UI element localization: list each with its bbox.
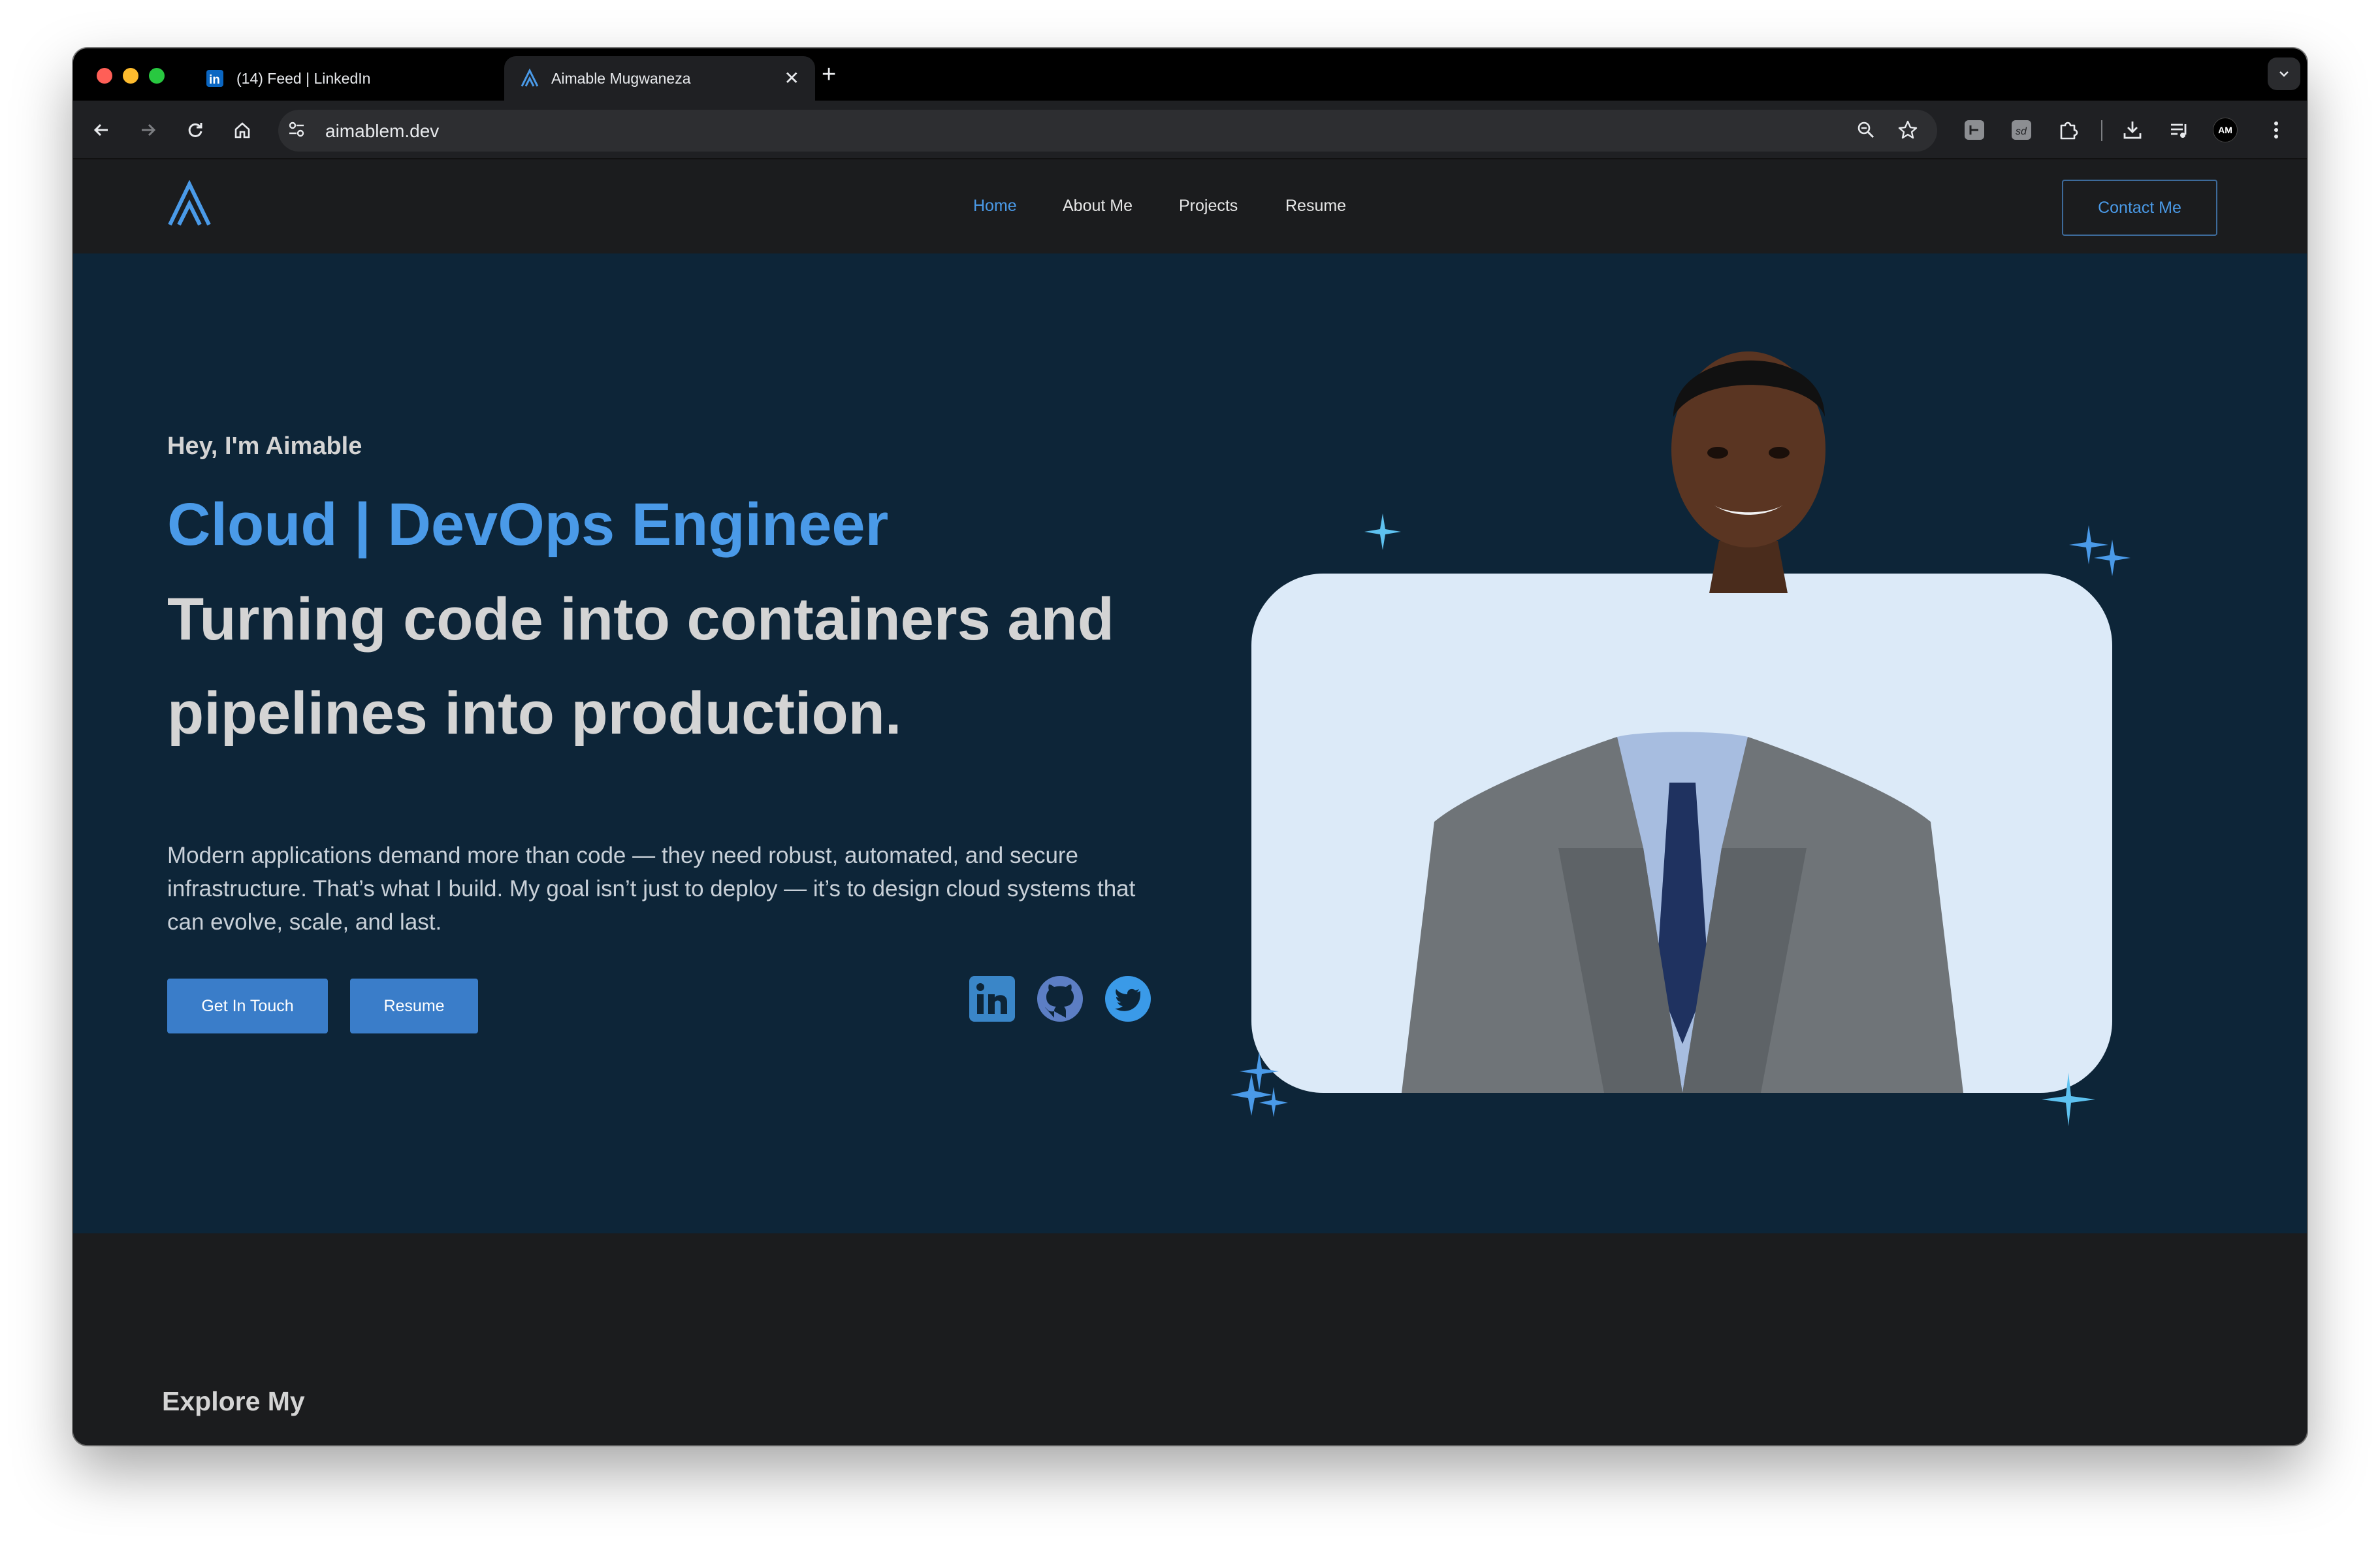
url-text: aimablem.dev (325, 121, 440, 141)
hero-greeting: Hey, I'm Aimable (167, 432, 362, 460)
portrait-head (1671, 351, 1825, 593)
puzzle-icon (2060, 122, 2078, 140)
home-button[interactable] (227, 115, 257, 145)
resume-button[interactable]: Resume (350, 979, 478, 1033)
site-logo[interactable] (166, 180, 213, 227)
tab-search-button[interactable] (2268, 57, 2300, 90)
zoom-button[interactable] (1851, 115, 1881, 145)
twitter-link[interactable] (1104, 975, 1152, 1023)
profile-head (1641, 319, 1856, 593)
site-navbar: Home About Me Projects Resume Contact Me (73, 161, 2307, 253)
linkedin-icon (969, 976, 1015, 1022)
sparkle-icon (1364, 513, 1401, 550)
section-heading: Explore My (162, 1386, 305, 1416)
github-link[interactable] (1036, 975, 1084, 1023)
more-vertical-icon (2274, 122, 2278, 138)
web-page: Home About Me Projects Resume Contact Me… (73, 161, 2307, 1445)
tab-title: (14) Feed | LinkedIn (236, 69, 371, 87)
toolbar-divider (2101, 120, 2102, 141)
site-info-button[interactable] (283, 116, 310, 142)
reload-icon (188, 123, 202, 137)
avatar: AM (2213, 118, 2238, 142)
get-in-touch-button[interactable]: Get In Touch (167, 979, 328, 1033)
extension-icon (1965, 120, 1984, 140)
reload-button[interactable] (180, 115, 210, 145)
tune-icon (289, 122, 304, 137)
nav-home[interactable]: Home (973, 197, 1017, 216)
linkedin-link[interactable] (968, 975, 1016, 1023)
sparkle-icon (2069, 525, 2131, 576)
profile-photo (1251, 574, 2112, 1093)
extension-2-button[interactable]: sd (2006, 115, 2036, 145)
queue-music-icon (2171, 123, 2187, 138)
extension-1-button[interactable] (1959, 115, 1989, 145)
nav-projects[interactable]: Projects (1179, 197, 1238, 216)
downloads-button[interactable] (2117, 115, 2147, 145)
github-icon (1037, 976, 1083, 1022)
portrait-illustration (1402, 732, 1963, 1093)
browser-menu-button[interactable] (2261, 115, 2291, 145)
forward-button[interactable] (133, 115, 163, 145)
site-logo-icon (168, 180, 211, 226)
explore-section: Explore My (73, 1233, 2307, 1445)
hero-section: Hey, I'm Aimable Cloud | DevOps Engineer… (73, 253, 2307, 1233)
sparkle-icon (1230, 1052, 1288, 1117)
hero-headline-line1: Turning code into containers and (167, 586, 1114, 653)
maximize-window-button[interactable] (149, 68, 165, 84)
hero-headline-line2: pipelines into production. (167, 680, 902, 747)
linkedin-icon: in (205, 69, 225, 88)
extensions-button[interactable] (2053, 115, 2083, 145)
zoom-icon (1857, 122, 1874, 138)
back-button[interactable] (86, 115, 116, 145)
contact-me-button[interactable]: Contact Me (2062, 180, 2217, 236)
home-icon (234, 122, 250, 138)
arrow-right-icon (142, 123, 156, 137)
browser-toolbar: aimablem.dev sd AM (73, 101, 2307, 159)
svg-text:sd: sd (2016, 126, 2027, 137)
hero-role: Cloud | DevOps Engineer (167, 491, 889, 558)
browser-window: in (14) Feed | LinkedIn ✕ Aimable Mugwan… (73, 48, 2307, 1445)
twitter-icon (1105, 976, 1151, 1022)
chevron-down-icon (2279, 71, 2289, 77)
nav-about-me[interactable]: About Me (1063, 197, 1133, 216)
extension-icon: sd (2012, 120, 2031, 140)
tab-title: Aimable Mugwaneza (551, 69, 691, 87)
tab-strip: in (14) Feed | LinkedIn ✕ Aimable Mugwan… (73, 48, 2307, 101)
new-tab-button[interactable]: + (822, 61, 836, 88)
close-tab-icon[interactable]: ✕ (784, 69, 799, 88)
download-icon (2123, 122, 2142, 139)
nav-resume[interactable]: Resume (1285, 197, 1346, 216)
bookmark-button[interactable] (1893, 115, 1923, 145)
tab-aimable[interactable]: Aimable Mugwaneza ✕ (504, 56, 815, 101)
media-controls-button[interactable] (2164, 115, 2195, 145)
hero-description: Modern applications demand more than cod… (167, 843, 1136, 935)
close-window-button[interactable] (97, 68, 112, 84)
minimize-window-button[interactable] (123, 68, 138, 84)
arrow-left-icon (93, 123, 108, 137)
profile-initials: AM (2218, 125, 2232, 135)
star-icon (1898, 120, 1918, 139)
svg-text:in: in (209, 73, 220, 87)
profile-button[interactable]: AM (2210, 115, 2240, 145)
site-logo-icon (520, 69, 539, 88)
address-bar[interactable] (278, 110, 1937, 152)
sparkle-icon (2042, 1073, 2095, 1126)
